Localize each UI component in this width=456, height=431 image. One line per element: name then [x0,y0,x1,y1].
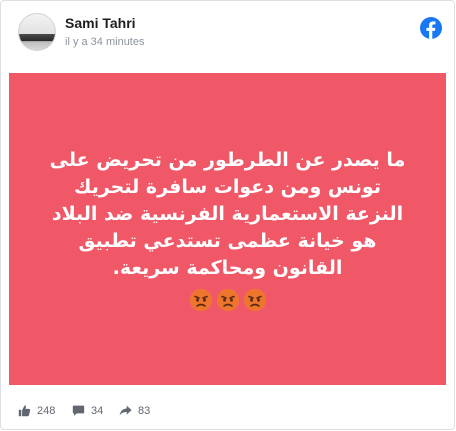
likes-stat[interactable]: 248 [18,404,55,417]
thumbs-up-icon [18,405,31,417]
comments-count: 34 [91,404,104,417]
shares-count: 83 [138,404,151,417]
post-card: Sami Tahri il y a 34 minutes ما يصدر عن … [0,0,455,430]
angry-face-icon [216,288,239,311]
post-header: Sami Tahri il y a 34 minutes [1,1,454,73]
post-content: ما يصدر عن الطرطور من تحريض على تونس ومن… [9,73,446,385]
author-name[interactable]: Sami Tahri [65,15,136,31]
emoji-row [189,288,267,312]
angry-face-icon [189,288,212,311]
share-icon [119,405,132,416]
post-text: ما يصدر عن الطرطور من تحريض على تونس ومن… [49,148,406,279]
comments-stat[interactable]: 34 [72,404,103,417]
angry-face-icon [243,288,266,311]
facebook-icon[interactable] [420,17,442,39]
post-timestamp[interactable]: il y a 34 minutes [65,36,144,48]
likes-count: 248 [37,404,56,417]
avatar[interactable] [18,13,56,51]
comment-icon [72,405,85,416]
post-stats-bar: 248 34 83 [1,396,454,424]
shares-stat[interactable]: 83 [119,404,150,417]
